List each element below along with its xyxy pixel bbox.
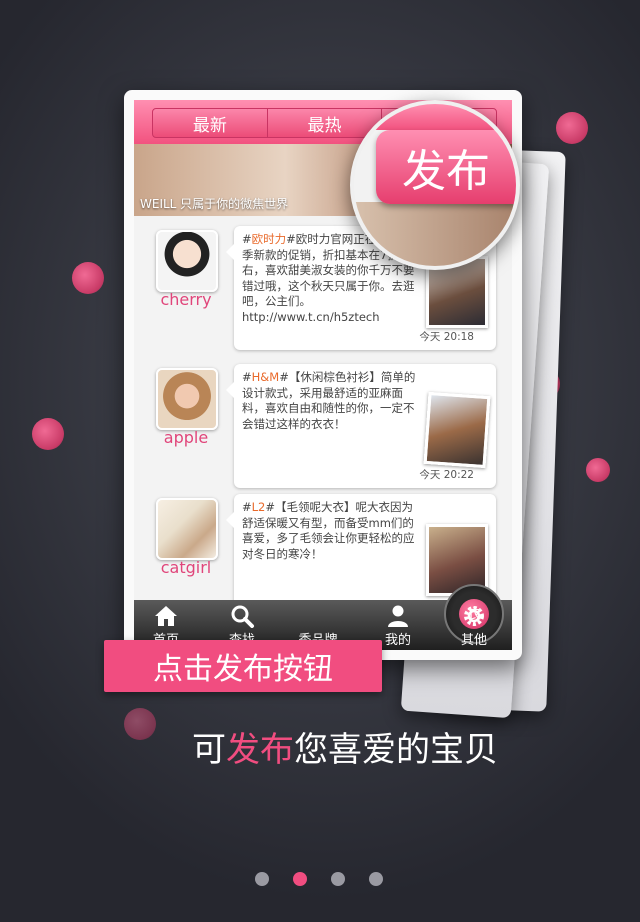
post-text: #H&M#【休闲棕色衬衫】简单的设计款式，采用最舒适的亚麻面料，喜欢自由和随性的…	[242, 370, 416, 431]
user-icon	[388, 605, 408, 627]
feed-post[interactable]: apple #H&M#【休闲棕色衬衫】简单的设计款式，采用最舒适的亚麻面料，喜欢…	[134, 364, 512, 492]
post-body: 【毛领呢大衣】呢大衣因为舒适保暖又有型，而备受mm们的喜爱，多了毛领会让你更轻松…	[242, 500, 415, 561]
banner-text: WEILL 只属于你的微焦世界	[140, 197, 289, 211]
magnified-banner	[354, 202, 516, 266]
decorative-bubble	[586, 458, 610, 482]
search-icon	[231, 605, 254, 628]
post-tag[interactable]: L2	[252, 500, 266, 514]
avatar[interactable]	[156, 230, 218, 292]
post-thumbnail[interactable]	[423, 391, 491, 469]
tab-label: 其他	[460, 633, 487, 648]
avatar[interactable]	[156, 498, 218, 560]
page-dot[interactable]	[369, 872, 383, 886]
page-indicator	[255, 872, 383, 886]
gear-icon	[464, 606, 484, 626]
caption: 可发布您喜爱的宝贝	[192, 722, 498, 771]
post-tag[interactable]: 欧时力	[252, 232, 287, 246]
decorative-bubble	[72, 262, 104, 294]
post-text: #L2#【毛领呢大衣】呢大衣因为舒适保暖又有型，而备受mm们的喜爱，多了毛领会让…	[242, 500, 415, 561]
home-icon	[155, 606, 177, 626]
post-tag[interactable]: H&M	[252, 370, 280, 384]
post-bubble: #H&M#【休闲棕色衬衫】简单的设计款式，采用最舒适的亚麻面料，喜欢自由和随性的…	[226, 364, 496, 488]
page-dot[interactable]	[331, 872, 345, 886]
callout-label: 点击发布按钮	[104, 640, 382, 692]
page-dot[interactable]	[255, 872, 269, 886]
tab-other[interactable]: 其他	[444, 600, 504, 650]
caption-suffix: 您喜爱的宝贝	[294, 730, 498, 770]
caption-highlight: 发布	[226, 730, 294, 770]
avatar[interactable]	[156, 368, 218, 430]
tab-latest[interactable]: 最新	[153, 109, 268, 137]
page-dot[interactable]	[293, 872, 307, 886]
decorative-bubble	[556, 112, 588, 144]
publish-button[interactable]: 发布	[376, 130, 516, 204]
username[interactable]: cherry	[150, 290, 222, 309]
magnifier-highlight: 发布	[350, 100, 520, 270]
decorative-bubble	[124, 708, 156, 740]
caption-prefix: 可	[192, 730, 226, 770]
decorative-bubble	[32, 418, 64, 450]
post-time: 今天 20:22	[419, 469, 474, 481]
magnified-top-bar	[354, 104, 516, 130]
post-time: 今天 20:18	[419, 331, 474, 343]
username[interactable]: catgirl	[150, 558, 222, 577]
username[interactable]: apple	[150, 428, 222, 447]
